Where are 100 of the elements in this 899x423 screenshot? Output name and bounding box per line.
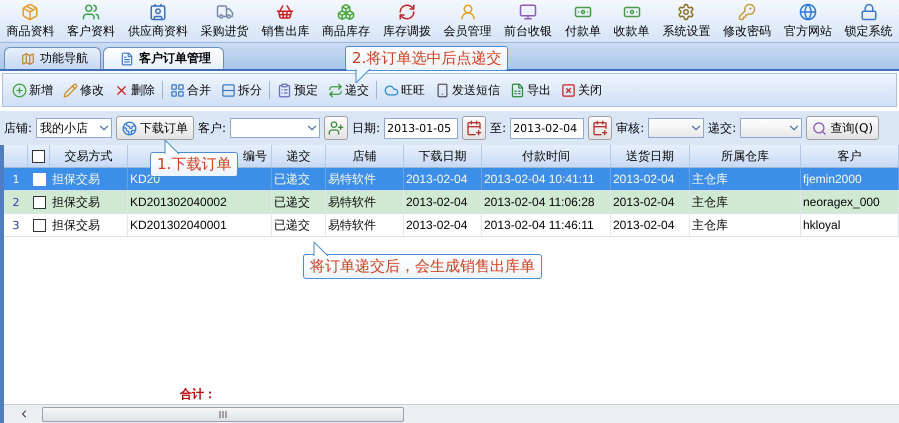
column-header: 递交 bbox=[286, 148, 310, 164]
toolbar-button[interactable]: 关闭 bbox=[558, 82, 605, 98]
table-cell: 担保交易 bbox=[52, 216, 100, 234]
menu-item[interactable]: 锁定系统 bbox=[838, 0, 899, 42]
date-from-field[interactable]: 2013-01-05 bbox=[384, 118, 458, 138]
row-checkbox[interactable] bbox=[32, 218, 46, 232]
pencil-icon bbox=[63, 82, 78, 98]
column-header: 所属仓库 bbox=[721, 148, 769, 164]
table-cell: 2013-02-04 10:41:11 bbox=[484, 172, 595, 186]
table-cell: 2013-02-04 bbox=[406, 172, 468, 186]
date-to-field[interactable]: 2013-02-04 bbox=[510, 118, 584, 138]
monitor-icon bbox=[519, 3, 538, 21]
scroll-thumb[interactable] bbox=[42, 406, 404, 422]
submit-dropdown[interactable] bbox=[740, 118, 802, 138]
toolbar-button[interactable]: 导出 bbox=[507, 82, 554, 98]
audit-label: 审核: bbox=[616, 120, 644, 136]
menu-item[interactable]: 供应商资料 bbox=[121, 0, 194, 42]
menu-item[interactable]: 官方网站 bbox=[778, 0, 838, 42]
toolbar-button[interactable]: 删除 bbox=[111, 82, 158, 98]
column-header: 店铺 bbox=[352, 148, 376, 164]
box-icon bbox=[21, 3, 40, 21]
truck-icon bbox=[216, 3, 234, 21]
table-cell: 易特软件 bbox=[328, 216, 376, 234]
table-row[interactable]: 2 担保交易 KD201302040002 已递交 易特软件 2013-02-04 2013-02-04 11:06:28 2013-02-04 主仓库 neoragex_000 bbox=[4, 191, 899, 214]
toolbar-button[interactable]: 发送短信 bbox=[432, 82, 503, 98]
total-label: 合计： bbox=[180, 386, 216, 402]
toolbar-button[interactable]: 旺旺 bbox=[381, 82, 428, 98]
contact-icon bbox=[148, 3, 167, 21]
menu-item[interactable]: 会员管理 bbox=[437, 0, 498, 42]
table-cell: 2013-02-04 bbox=[406, 195, 468, 209]
row-number: 3 bbox=[12, 218, 20, 232]
shop-dropdown[interactable]: 我的小店 bbox=[36, 118, 112, 138]
menu-item[interactable]: 修改密码 bbox=[716, 0, 778, 42]
table-cell: 2013-02-04 bbox=[613, 195, 674, 209]
row-number: 1 bbox=[12, 172, 20, 186]
toolbar-button[interactable]: 合并 bbox=[167, 82, 214, 98]
table-cell: neoragex_000 bbox=[803, 195, 880, 209]
calendar-button[interactable] bbox=[588, 116, 612, 140]
menu-item[interactable]: 客户资料 bbox=[60, 0, 122, 42]
column-header: 编号 bbox=[243, 148, 268, 164]
menu-item[interactable]: 采购进货 bbox=[194, 0, 255, 42]
table-cell: 2013-02-04 bbox=[613, 172, 674, 186]
toolbar-button[interactable]: 预定 bbox=[274, 82, 321, 98]
menu-item[interactable]: 商品库存 bbox=[316, 0, 376, 42]
to-label: 至: bbox=[490, 120, 506, 136]
table-cell: 2013-02-04 bbox=[406, 218, 468, 232]
arrows-icon bbox=[398, 3, 416, 21]
callout-tail bbox=[355, 69, 373, 83]
arrows-icon bbox=[328, 82, 343, 98]
plus-icon bbox=[12, 82, 27, 98]
table-cell: 主仓库 bbox=[692, 216, 728, 234]
person-icon bbox=[458, 3, 476, 21]
column-header: 付款时间 bbox=[522, 148, 570, 164]
customer-dropdown[interactable] bbox=[230, 118, 320, 138]
add-customer-button[interactable] bbox=[324, 116, 348, 140]
table-cell: 2013-02-04 11:46:11 bbox=[484, 218, 594, 232]
submit-label: 递交: bbox=[708, 120, 736, 136]
table-cell: KD201302040002 bbox=[130, 195, 227, 209]
download-button[interactable]: 下载订单 bbox=[116, 116, 194, 140]
tab[interactable]: 客户订单管理 bbox=[103, 47, 224, 69]
people-icon bbox=[82, 3, 100, 21]
gear-icon bbox=[677, 3, 696, 21]
table-cell: 2013-02-04 11:06:28 bbox=[484, 195, 595, 209]
calendar-icon bbox=[592, 120, 608, 136]
audit-dropdown[interactable] bbox=[648, 118, 704, 138]
select-all-checkbox[interactable] bbox=[32, 150, 45, 162]
row-number: 2 bbox=[12, 196, 20, 208]
callout: 将订单递交后，会生成销售出库单 bbox=[303, 254, 542, 279]
callout-tail bbox=[313, 242, 331, 256]
grip-icon bbox=[219, 410, 227, 418]
menu-item[interactable]: 销售出库 bbox=[254, 0, 316, 42]
menu-item[interactable]: 前台收银 bbox=[498, 0, 559, 42]
menu-item[interactable]: 库存调拨 bbox=[376, 0, 438, 42]
table-cell: 担保交易 bbox=[52, 170, 100, 188]
row-checkbox[interactable] bbox=[32, 196, 46, 208]
table-cell: KD201302040001 bbox=[130, 218, 227, 232]
table-cell: 主仓库 bbox=[692, 170, 728, 188]
table-cell: 已递交 bbox=[274, 194, 310, 210]
calendar-button[interactable] bbox=[462, 116, 486, 140]
menu-item[interactable]: 系统设置 bbox=[656, 0, 717, 42]
phone-icon bbox=[435, 82, 450, 98]
table-cell: 已递交 bbox=[274, 170, 310, 188]
menu-item[interactable]: 收款单 bbox=[607, 0, 656, 42]
table-cell: 2013-02-04 bbox=[613, 218, 674, 232]
map-icon bbox=[21, 52, 35, 66]
menu-item[interactable]: 付款单 bbox=[558, 0, 608, 42]
toolbar-button[interactable]: 递交 bbox=[325, 82, 372, 98]
date-label: 日期: bbox=[352, 120, 380, 136]
menu-item[interactable]: 商品资料 bbox=[0, 0, 61, 42]
column-header: 交易方式 bbox=[64, 148, 112, 164]
toolbar-button[interactable]: 修改 bbox=[60, 82, 107, 98]
table-row[interactable]: 3 担保交易 KD201302040001 已递交 易特软件 2013-02-04 2013-02-04 11:46:11 2013-02-04 主仓库 hkloyal bbox=[4, 214, 899, 237]
tab[interactable]: 功能导航 bbox=[4, 47, 101, 69]
toolbar-button[interactable]: 拆分 bbox=[218, 82, 265, 98]
callout: 1.下载订单 bbox=[150, 152, 238, 177]
horizontal-scrollbar[interactable] bbox=[4, 404, 899, 423]
column-header: 下载日期 bbox=[418, 148, 466, 164]
query-button[interactable]: 查询(Q) bbox=[806, 116, 880, 140]
toolbar-button[interactable]: 新增 bbox=[9, 82, 56, 98]
column-header: 客户 bbox=[838, 148, 862, 164]
